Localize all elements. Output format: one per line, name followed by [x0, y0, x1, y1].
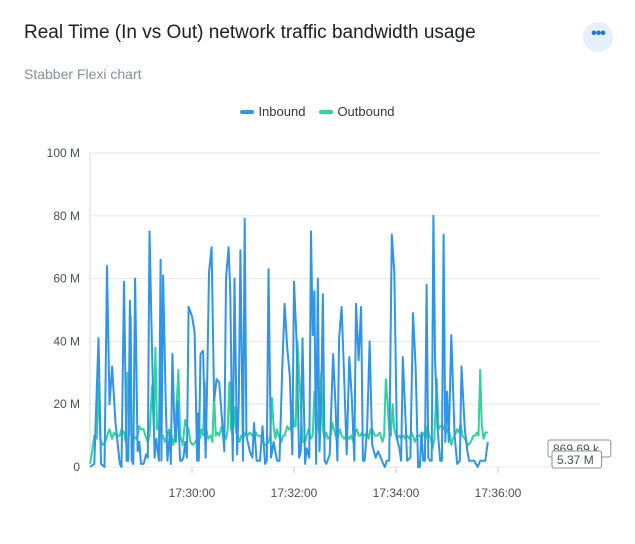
inbound-end-value-label: 5.37 M [557, 453, 594, 467]
chart-card: Real Time (In vs Out) network traffic ba… [0, 0, 635, 544]
x-tick-label: 17:36:00 [475, 486, 522, 500]
line-chart: 0 20 M 40 M 60 M 80 M 100 M 17:30:00 17:32:00 17… [47, 146, 612, 500]
y-tick-label: 100 M [47, 146, 80, 160]
y-tick-label: 0 [73, 460, 80, 474]
y-tick-label: 80 M [53, 209, 80, 223]
y-tick-label: 40 M [53, 334, 80, 348]
y-tick-label: 20 M [53, 397, 80, 411]
x-tick-label: 17:34:00 [373, 486, 420, 500]
x-tick-label: 17:32:00 [271, 486, 318, 500]
x-tick-label: 17:30:00 [169, 486, 216, 500]
y-tick-label: 60 M [53, 272, 80, 286]
